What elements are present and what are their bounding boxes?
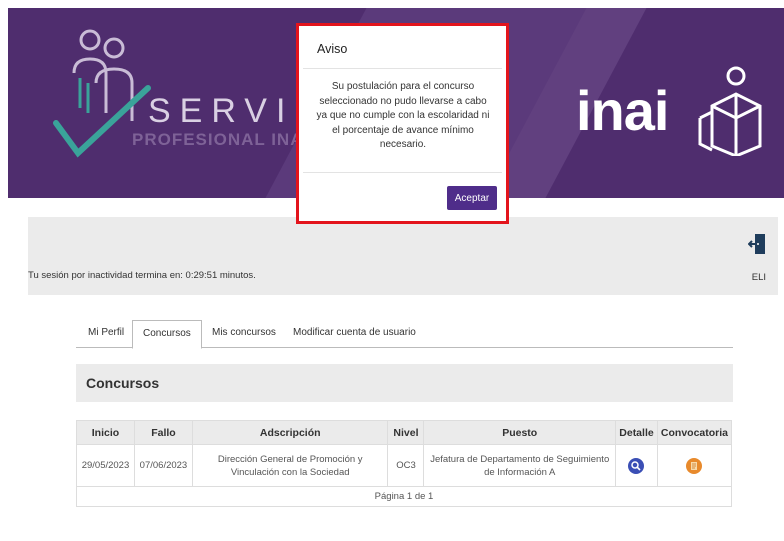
tab-mi-perfil[interactable]: Mi Perfil — [78, 320, 134, 348]
tab-mis-concursos[interactable]: Mis concursos — [202, 320, 286, 348]
section-title: Concursos — [86, 375, 160, 391]
pager-row: Página 1 de 1 — [76, 486, 732, 507]
column-header: Nivel — [387, 420, 425, 445]
column-header: Inicio — [76, 420, 135, 445]
section-header: Concursos — [76, 364, 733, 402]
table-header-row: Inicio Fallo Adscripción Nivel Puesto De… — [76, 420, 733, 445]
logo-subtitle: PROFESIONAL INAI — [132, 130, 310, 149]
exit-label[interactable]: ELI — [752, 272, 766, 283]
column-header: Detalle — [615, 420, 658, 445]
table-row: 29/05/2023 07/06/2023 Dirección General … — [76, 444, 733, 487]
column-header: Puesto — [423, 420, 616, 445]
accept-button[interactable]: Aceptar — [447, 186, 497, 210]
tab-concursos[interactable]: Concursos — [132, 320, 202, 349]
cell-puesto: Jefatura de Departamento de Seguimiento … — [423, 444, 616, 487]
magnifier-icon[interactable] — [628, 457, 645, 474]
alert-dialog-highlight: Aviso Su postulación para el concurso se… — [296, 23, 509, 224]
tab-modificar-cuenta[interactable]: Modificar cuenta de usuario — [283, 320, 426, 348]
session-bar: Tu sesión por inactividad termina en: 0:… — [28, 217, 778, 295]
tab-bar: Mi Perfil Concursos Mis concursos Modifi… — [76, 320, 733, 349]
divider — [303, 172, 502, 173]
dialog-message: Su postulación para el concurso seleccio… — [316, 81, 490, 150]
cell-adscripcion: Dirección General de Promoción y Vincula… — [191, 444, 389, 487]
column-header: Adscripción — [191, 420, 389, 445]
concursos-table: Inicio Fallo Adscripción Nivel Puesto De… — [76, 420, 733, 507]
dialog-title: Aviso — [317, 42, 348, 56]
cell-detalle — [615, 444, 658, 487]
session-timer-text: Tu sesión por inactividad termina en: 0:… — [28, 270, 256, 281]
cell-convocatoria — [656, 444, 733, 487]
exit-door-icon[interactable] — [748, 233, 766, 255]
cell-nivel: OC3 — [387, 444, 425, 487]
pager-text: Página 1 de 1 — [76, 486, 732, 507]
column-header: Fallo — [133, 420, 193, 445]
alert-dialog: Aviso Su postulación para el concurso se… — [303, 30, 502, 217]
cell-inicio: 29/05/2023 — [76, 444, 135, 487]
document-icon[interactable] — [686, 457, 703, 474]
cell-fallo: 07/06/2023 — [133, 444, 193, 487]
inai-ballot-box-icon — [698, 66, 762, 156]
inai-brand-text: inai — [576, 79, 669, 142]
divider — [303, 68, 502, 69]
column-header: Convocatoria — [656, 420, 733, 445]
